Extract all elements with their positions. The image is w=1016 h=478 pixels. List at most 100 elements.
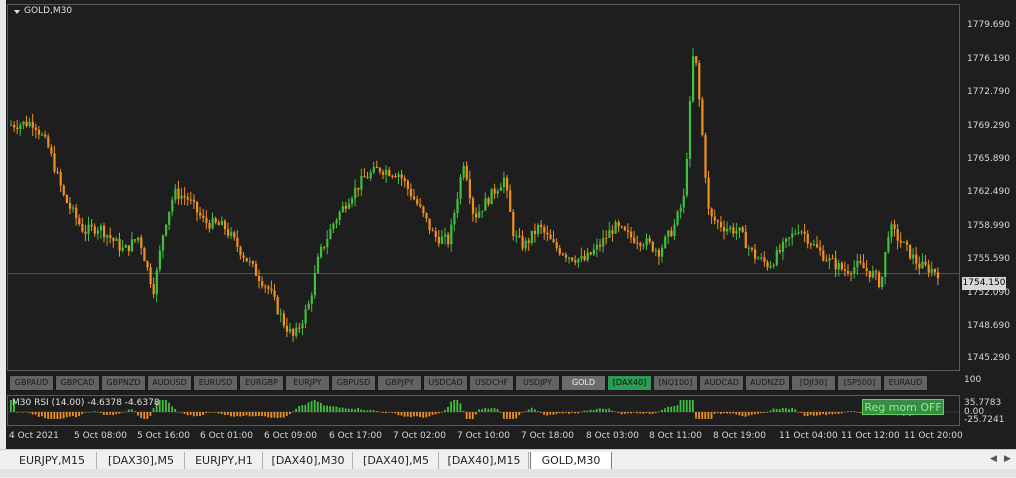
price-scale[interactable]: 1779.690 1776.190 1772.790 1769.290 1765.890… <box>960 4 1016 371</box>
candle <box>437 230 440 248</box>
tab--dax40--m15[interactable]: [DAX40],M15 <box>440 452 529 469</box>
rsi-bar <box>292 411 294 412</box>
rsi-bar <box>323 405 325 412</box>
candle <box>434 227 437 242</box>
time-axis[interactable]: 4 Oct 2021 5 Oct 08:00 5 Oct 16:00 6 Oct 01… <box>7 428 963 444</box>
rsi-bar <box>806 412 809 417</box>
tab--dax40--m5[interactable]: [DAX40],M5 <box>354 452 439 469</box>
rsi-bar <box>478 409 480 412</box>
candle <box>13 121 16 132</box>
candle <box>41 132 44 137</box>
rsi-bar <box>378 411 381 413</box>
rsi-bar <box>180 412 183 413</box>
rsi-bar <box>130 409 133 412</box>
candle <box>825 254 828 262</box>
horizontal-scrollbar[interactable] <box>0 469 1016 477</box>
candle <box>211 212 214 230</box>
reg-mom-toggle-button[interactable]: Reg mom OFF <box>862 399 944 415</box>
candle <box>530 230 533 246</box>
triangle-left-icon[interactable]: ◀ <box>990 454 997 464</box>
candle <box>741 225 744 233</box>
rsi-bar <box>738 412 741 416</box>
candle <box>279 308 282 323</box>
rsi-bar <box>81 412 84 415</box>
tab-eurjpy-m15[interactable]: EURJPY,M15 <box>8 452 97 469</box>
symbol-button-gbpjpy[interactable]: GBPJPY <box>377 375 422 391</box>
candle <box>230 227 233 240</box>
rsi-bar <box>533 409 536 412</box>
rsi-bar <box>87 411 90 413</box>
time-label: 8 Oct 11:00 <box>649 431 702 441</box>
rsi-bar <box>803 412 806 416</box>
symbol-button-audusd[interactable]: AUDUSD <box>147 375 192 391</box>
rsi-bar <box>843 411 846 413</box>
symbol-button-gbpaud[interactable]: GBPAUD <box>9 375 54 391</box>
candle <box>245 257 248 263</box>
rsi-bar <box>577 412 580 414</box>
rsi-bar <box>214 412 217 413</box>
rsi-bar <box>72 412 74 416</box>
symbol-button-eurjpy[interactable]: EURJPY <box>285 375 330 391</box>
candle <box>208 219 211 233</box>
rsi-bar <box>19 411 22 413</box>
symbol-button-usdcad[interactable]: USDCAD <box>423 375 468 391</box>
rsi-bar <box>78 412 80 417</box>
symbol-button-gbpcad[interactable]: GBPCAD <box>55 375 100 391</box>
rsi-bar <box>546 412 549 416</box>
symbol-button-euraud[interactable]: EURAUD <box>883 375 928 391</box>
symbol-button-audcad[interactable]: AUDCAD <box>699 375 744 391</box>
rsi-bar <box>165 400 167 412</box>
candle <box>772 263 775 269</box>
tab-gold-m30[interactable]: GOLD,M30 <box>530 452 612 470</box>
candle <box>406 178 409 196</box>
rsi-bar <box>614 411 617 412</box>
candle <box>847 264 850 277</box>
candle <box>639 241 642 252</box>
symbol-button-usdchf[interactable]: USDCHF <box>469 375 514 391</box>
symbol-button-gold[interactable]: GOLD <box>561 375 606 391</box>
rsi-bar <box>416 412 418 417</box>
candle <box>425 212 428 223</box>
rsi-bar <box>667 406 669 412</box>
candle <box>118 232 121 257</box>
candle <box>217 219 220 226</box>
rsi-bar <box>599 408 601 412</box>
rsi-bar <box>595 408 598 412</box>
symbol-button-nq100[interactable]: [NQ100] <box>653 375 698 391</box>
candle <box>760 253 763 261</box>
candle <box>28 117 31 128</box>
candle <box>326 230 329 255</box>
tab--dax40--m30[interactable]: [DAX40],M30 <box>264 452 353 469</box>
rsi-bar <box>220 412 223 415</box>
candle <box>103 222 106 243</box>
rsi-bar <box>245 412 248 416</box>
symbol-button-audnzd[interactable]: AUDNZD <box>745 375 790 391</box>
candle <box>611 224 614 242</box>
candle <box>391 174 394 179</box>
triangle-right-icon[interactable]: ▶ <box>1004 454 1011 464</box>
candle <box>819 240 822 256</box>
symbol-button-gbpusd[interactable]: GBPUSD <box>331 375 376 391</box>
rsi-bar <box>499 412 502 413</box>
symbol-button-sp500[interactable]: [SP500] <box>837 375 882 391</box>
rsi-bar <box>651 412 654 414</box>
symbol-button-eurusd[interactable]: EURUSD <box>193 375 238 391</box>
symbol-button-dji30[interactable]: [DJI30] <box>791 375 836 391</box>
rsi-bar <box>366 410 369 412</box>
symbol-button-gbpnzd[interactable]: GBPNZD <box>101 375 146 391</box>
candle <box>214 216 217 225</box>
price-chart[interactable] <box>7 4 960 371</box>
candle <box>564 252 568 262</box>
rsi-bar <box>211 412 214 413</box>
candle <box>797 224 800 236</box>
symbol-button-eurgbp[interactable]: EURGBP <box>239 375 284 391</box>
rsi-bar <box>22 412 25 413</box>
tab-eurjpy-h1[interactable]: EURJPY,H1 <box>186 452 263 469</box>
rsi-bar <box>422 412 425 418</box>
candle <box>422 205 425 217</box>
rsi-bar <box>121 412 124 413</box>
tab--dax30--m5[interactable]: [DAX30],M5 <box>98 452 185 469</box>
rsi-bar <box>202 412 204 415</box>
symbol-button-usdjpy[interactable]: USDJPY <box>515 375 560 391</box>
symbol-button-dax40[interactable]: [DAX40] <box>607 375 652 391</box>
